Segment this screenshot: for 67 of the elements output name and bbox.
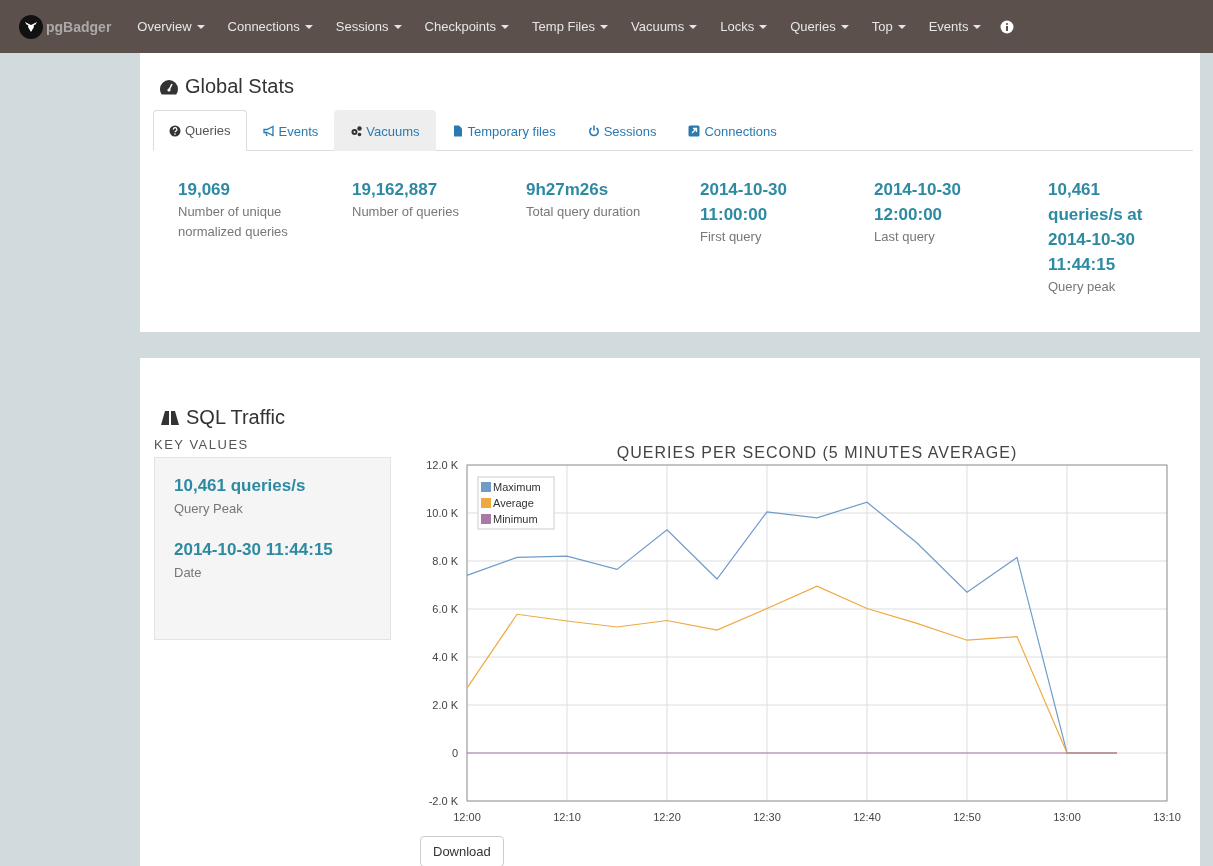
legend-label: Maximum (493, 481, 541, 493)
tab[interactable]: Sessions (571, 110, 673, 151)
x-tick-label: 12:40 (853, 811, 881, 823)
nav-menu[interactable]: Checkpoints (412, 19, 521, 34)
x-tick-label: 12:30 (753, 811, 781, 823)
stat-value: 2014-10-30 12:00:00 (874, 179, 962, 226)
section-title: Global Stats (185, 75, 294, 98)
chart-title: QUERIES PER SECOND (5 MINUTES AVERAGE) (616, 444, 1018, 461)
download-button[interactable]: Download (420, 836, 504, 866)
stat-label: Last query (874, 228, 936, 246)
y-tick-label: 6.0 K (432, 603, 458, 615)
nav-menu[interactable]: Overview (125, 19, 216, 34)
power-icon (587, 125, 600, 137)
nav-menu[interactable]: Vacuums (618, 19, 709, 34)
y-tick-label: 10.0 K (426, 507, 458, 519)
stat-label: Query peak (1048, 278, 1117, 296)
brand-link[interactable]: pgBadger (0, 13, 126, 40)
stat-value: 10,461 queries/s at 2014-10-30 11:44:15 (1048, 179, 1144, 276)
nav-menu[interactable]: Queries (778, 19, 860, 34)
x-tick-label: 12:10 (553, 811, 581, 823)
stat-value: 2014-10-30 11:00:00 (700, 179, 788, 226)
nav-menu[interactable]: Events (916, 19, 993, 34)
x-tick-label: 12:00 (453, 811, 481, 823)
nav-menu[interactable]: Locks (708, 19, 779, 34)
x-tick-label: 13:00 (1053, 811, 1081, 823)
question-icon (169, 124, 181, 137)
stat-label: Number of queries (352, 203, 460, 221)
key-label: Query Peak (174, 501, 243, 516)
section-title: SQL Traffic (186, 406, 285, 429)
stat-label: Number of unique normalized queries (178, 203, 289, 241)
badger-logo-icon (18, 13, 44, 40)
info-icon[interactable] (1000, 19, 1015, 34)
y-tick-label: 12.0 K (426, 459, 458, 471)
key-label: Date (174, 565, 202, 580)
file-icon (451, 125, 464, 137)
tab[interactable]: Queries (153, 110, 247, 151)
stat-label: First query (700, 228, 763, 246)
legend-label: Minimum (493, 513, 538, 525)
stat-value: 9h27m26s (526, 179, 610, 201)
stat-value: 19,069 (178, 179, 231, 201)
bullhorn-icon (262, 125, 275, 137)
stat-value: 19,162,887 (352, 179, 439, 201)
x-tick-label: 13:10 (1153, 811, 1181, 823)
gears-icon (350, 125, 363, 137)
y-tick-label: 4.0 K (432, 651, 458, 663)
y-tick-label: 2.0 K (432, 699, 458, 711)
dashboard-icon (159, 78, 179, 95)
y-tick-label: 0 (451, 747, 458, 759)
y-tick-label: -2.0 K (428, 795, 458, 807)
stat-label: Total query duration (526, 203, 642, 221)
y-tick-label: 8.0 K (432, 555, 458, 567)
tab[interactable]: Temporary files (435, 110, 572, 151)
x-tick-label: 12:20 (653, 811, 681, 823)
legend-label: Average (493, 497, 534, 509)
nav-menu[interactable]: Temp Files (520, 19, 619, 34)
x-tick-label: 12:50 (953, 811, 981, 823)
key-value: 10,461 queries/s (174, 476, 306, 496)
key-values-heading: KEY VALUES (154, 437, 249, 452)
tab[interactable]: Connections (672, 110, 793, 151)
nav-menu[interactable]: Top (859, 19, 917, 34)
external-icon (688, 125, 701, 137)
road-icon (160, 409, 180, 426)
key-value: 2014-10-30 11:44:15 (174, 540, 333, 560)
nav-menu[interactable]: Sessions (323, 19, 413, 34)
nav-menu[interactable]: Connections (215, 19, 324, 34)
tab[interactable]: Vacuums (334, 110, 436, 151)
tab[interactable]: Events (246, 110, 335, 151)
